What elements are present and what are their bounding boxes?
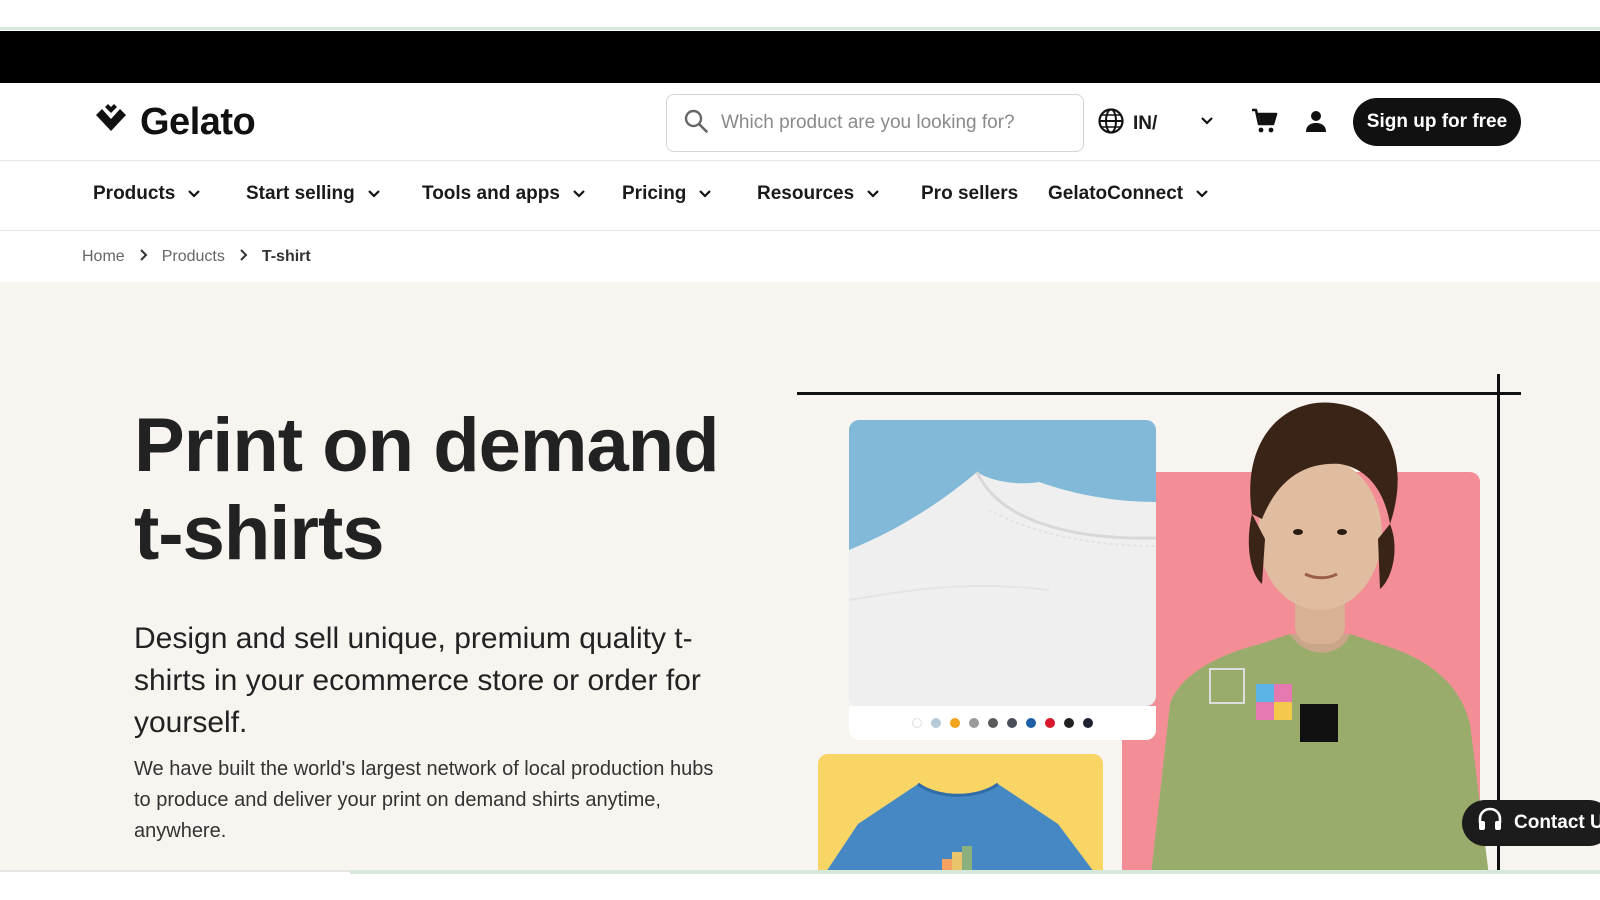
contact-label: Contact U <box>1514 812 1600 833</box>
hero-section: Print on demand t-shirts Design and sell… <box>0 282 1600 870</box>
chevron-down-icon <box>187 183 201 205</box>
tshirt-closeup-card <box>849 420 1156 706</box>
chevron-down-icon <box>367 183 381 205</box>
color-swatch[interactable] <box>912 718 922 728</box>
chevron-down-icon[interactable] <box>1200 113 1214 131</box>
chevron-down-icon <box>1195 183 1209 205</box>
chevron-right-icon <box>239 248 248 266</box>
hero-subtitle: Design and sell unique, premium quality … <box>134 622 701 739</box>
bottom-strip <box>0 870 1600 900</box>
model-wearing-tshirt-image <box>1151 402 1489 870</box>
color-swatch[interactable] <box>988 718 998 728</box>
color-swatch[interactable] <box>1045 718 1055 728</box>
nav-item-resources[interactable]: Resources <box>757 183 880 205</box>
nav-item-gelatoconnect[interactable]: GelatoConnect <box>1048 183 1209 205</box>
top-strip <box>0 0 1600 30</box>
nav-item-pro-sellers[interactable]: Pro sellers <box>921 183 1018 205</box>
breadcrumb-current: T-shirt <box>261 248 311 265</box>
breadcrumb-home[interactable]: Home <box>82 248 125 266</box>
region-label: IN/ <box>1133 113 1158 134</box>
nav-item-start-selling[interactable]: Start selling <box>246 183 381 205</box>
white-tshirt-image <box>849 471 1156 706</box>
logo-text: Gelato <box>140 101 256 143</box>
color-swatch[interactable] <box>969 718 979 728</box>
blue-tshirt-card <box>818 754 1103 870</box>
divider <box>0 870 350 872</box>
contact-us-button[interactable]: Contact U <box>1462 800 1600 846</box>
account-icon[interactable] <box>1304 109 1328 138</box>
nav-item-pricing[interactable]: Pricing <box>622 183 712 205</box>
color-swatch[interactable] <box>950 718 960 728</box>
breadcrumb-products[interactable]: Products <box>162 248 225 266</box>
color-swatch[interactable] <box>1007 718 1017 728</box>
site-header: Gelato IN/ Sign up for free <box>0 83 1600 161</box>
chevron-right-icon <box>139 248 148 266</box>
nav-item-label: Tools and apps <box>422 183 560 204</box>
model-photo <box>1140 374 1500 870</box>
chevron-down-icon <box>866 183 880 205</box>
nav-item-label: Pricing <box>622 183 687 204</box>
nav-item-label: Start selling <box>246 183 355 204</box>
chevron-down-icon <box>698 183 712 205</box>
blue-tshirt-image <box>827 782 1093 870</box>
divider <box>350 870 1600 874</box>
logo[interactable]: Gelato <box>92 101 256 144</box>
nav-item-label: Products <box>93 183 176 204</box>
globe-icon <box>1097 107 1125 141</box>
nav-item-label: GelatoConnect <box>1048 183 1184 204</box>
color-swatch[interactable] <box>931 718 941 728</box>
nav-item-label: Pro sellers <box>921 183 1019 204</box>
hero-description: We have built the world's largest networ… <box>134 758 714 842</box>
chevron-down-icon <box>572 183 586 205</box>
page-title: Print on demand t-shirts <box>134 403 720 576</box>
breadcrumb: Home Products T-shirt <box>0 232 1600 282</box>
headset-icon <box>1476 806 1504 840</box>
signup-button[interactable]: Sign up for free <box>1353 98 1521 146</box>
nav-item-label: Resources <box>757 183 855 204</box>
nav-item-tools-and-apps[interactable]: Tools and apps <box>422 183 586 205</box>
search-icon <box>683 108 709 139</box>
main-nav: Products Start selling Tools and apps Pr… <box>0 161 1600 231</box>
search-box[interactable] <box>666 94 1084 152</box>
cart-icon[interactable] <box>1250 107 1278 140</box>
color-swatch[interactable] <box>1083 718 1093 728</box>
nav-item-products[interactable]: Products <box>93 183 201 205</box>
announcement-bar <box>0 31 1600 83</box>
region-selector[interactable]: IN/ <box>1097 107 1157 141</box>
color-swatches <box>849 706 1156 740</box>
gelato-logo-icon <box>92 101 130 144</box>
color-swatch[interactable] <box>1026 718 1036 728</box>
search-input[interactable] <box>721 112 1051 134</box>
color-swatch[interactable] <box>1064 718 1074 728</box>
